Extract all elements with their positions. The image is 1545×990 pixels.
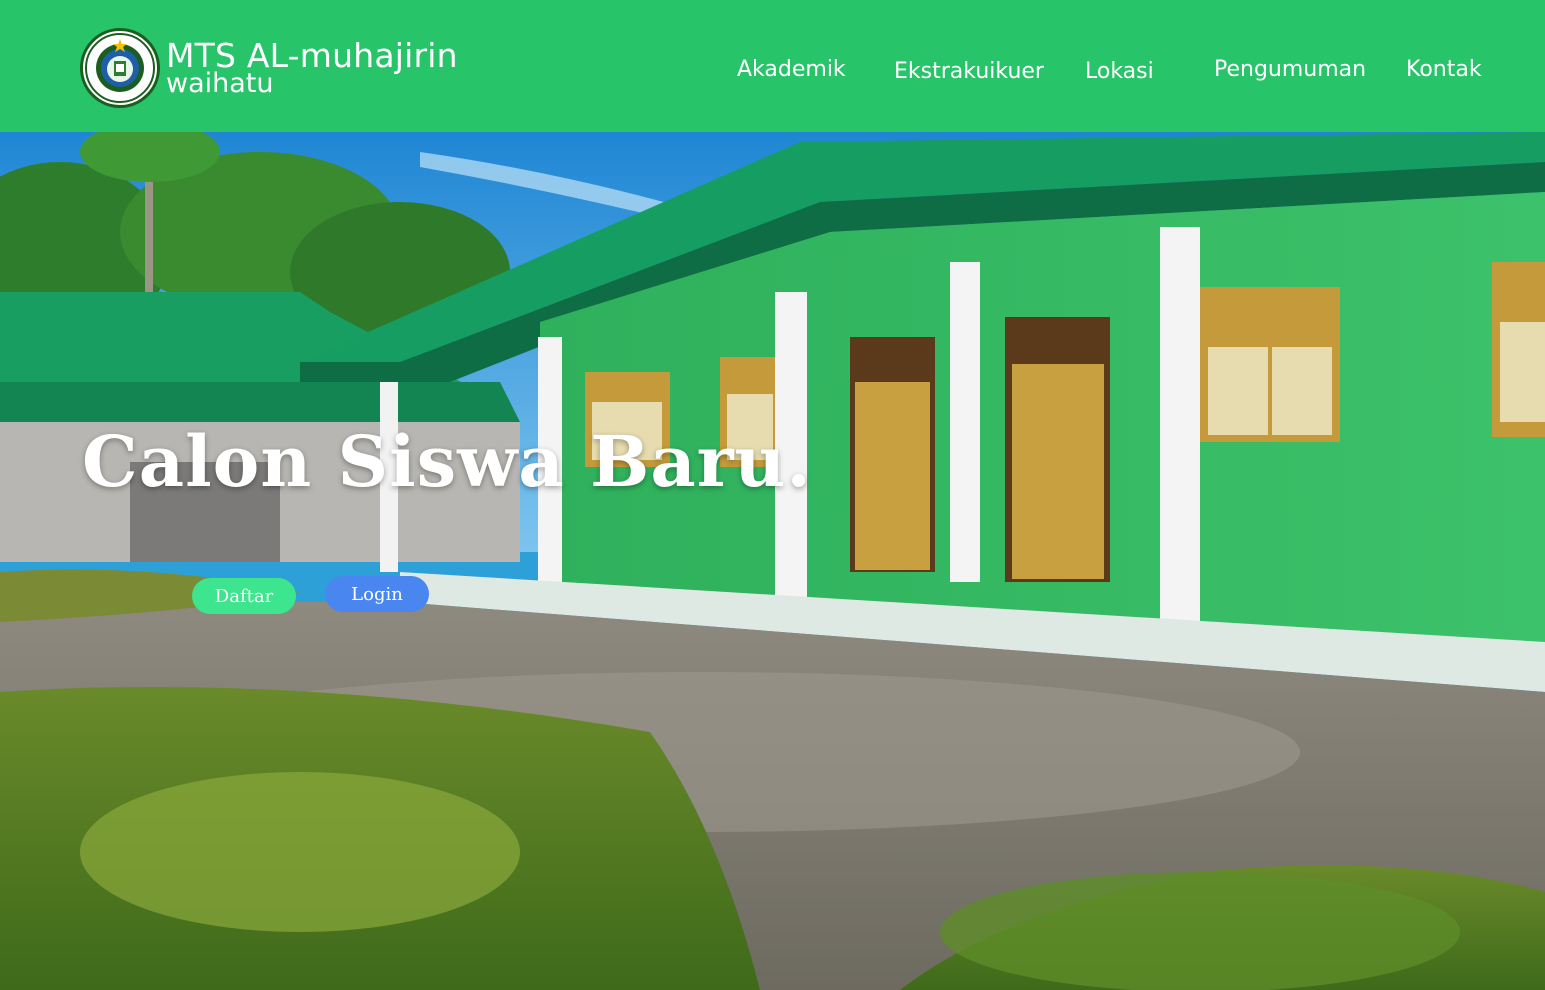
nav-pengumuman[interactable]: Pengumuman — [1214, 57, 1366, 82]
nav-kontak[interactable]: Kontak — [1406, 57, 1482, 82]
nav-lokasi[interactable]: Lokasi — [1085, 59, 1154, 84]
school-building-photo — [0, 132, 1545, 990]
school-emblem-icon — [80, 28, 160, 108]
daftar-button[interactable]: Daftar — [192, 578, 296, 614]
navbar: MTS AL-muhajirin waihatu Akademik Ekstra… — [0, 0, 1545, 132]
hero-section: Calon Siswa Baru. Daftar Login — [0, 132, 1545, 990]
brand[interactable]: MTS AL-muhajirin waihatu — [80, 28, 458, 110]
nav-ekstrakurikuler[interactable]: Ekstrakuikuer — [894, 59, 1044, 84]
brand-name: MTS AL-muhajirin — [166, 36, 458, 75]
login-button[interactable]: Login — [325, 576, 429, 612]
hero-title: Calon Siswa Baru. — [82, 420, 812, 503]
nav-akademik[interactable]: Akademik — [737, 57, 846, 82]
